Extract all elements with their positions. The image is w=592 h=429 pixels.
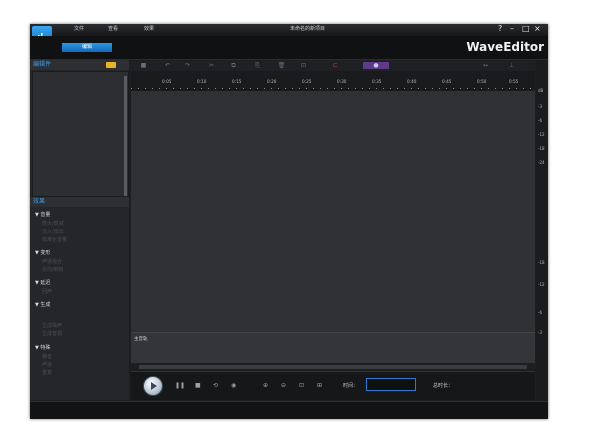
effects-item[interactable]: 静音 xyxy=(42,353,52,360)
time-ruler: 0:05 0:10 0:15 0:20 0:25 0:30 0:35 0:40 … xyxy=(131,71,535,91)
paste-icon[interactable]: ⎘ xyxy=(253,62,262,69)
meter-label: dB xyxy=(538,88,544,93)
ruler-ticks xyxy=(131,88,535,89)
tab-edit[interactable]: 编辑 xyxy=(62,43,112,52)
copy-icon[interactable]: ⧉ xyxy=(229,62,238,69)
ruler-tick: 0:30 xyxy=(337,79,347,84)
stop-icon[interactable]: ■ xyxy=(139,62,148,69)
edit-toolbar: ■ ↶ ↷ ✂ ⧉ ⎘ 🗑 ⊡ ⊏ ● ↔ ⊥ xyxy=(131,60,535,71)
waveform-canvas[interactable] xyxy=(131,91,535,331)
play-button[interactable] xyxy=(143,376,163,396)
file-list[interactable] xyxy=(32,71,129,197)
loop-icon[interactable]: ⟲ xyxy=(213,382,218,389)
open-folder-icon[interactable] xyxy=(106,62,116,68)
meter-label: -3 xyxy=(538,330,542,335)
file-list-scrollbar[interactable] xyxy=(124,76,127,196)
effects-item[interactable]: 生成音调 xyxy=(42,330,62,337)
zoom-out-icon[interactable]: ⊖ xyxy=(281,382,286,389)
meter-label: -6 xyxy=(538,118,542,123)
ribbon: 编辑 WaveEditor xyxy=(30,36,548,60)
effects-category-volume[interactable]: ▼ 音量 xyxy=(35,211,50,218)
effects-category-special[interactable]: ▼ 特殊 xyxy=(35,344,50,351)
time-label: 时间： xyxy=(343,383,359,389)
meter-label: -12 xyxy=(538,282,545,287)
status-bar xyxy=(30,401,548,419)
effects-item[interactable]: 生成噪声 xyxy=(42,322,62,329)
level-meter: dB -3 -6 -12 -18 -24 -18 -12 -6 -3 xyxy=(536,60,548,400)
stop-button-icon[interactable]: ■ xyxy=(195,382,201,389)
title-bar: 文件 查看 效果 未命名的新项目 ? – □ × xyxy=(30,24,548,36)
transport-bar: ❚❚ ■ ⟲ ◉ ⊕ ⊖ ⊡ ⊞ 时间： 总时长： xyxy=(131,372,535,400)
record-marker-icon[interactable]: ⊏ xyxy=(331,62,340,69)
effects-item[interactable]: 重复 xyxy=(42,369,52,376)
cut-icon[interactable]: ✂ xyxy=(207,62,216,69)
ruler-tick: 0:15 xyxy=(232,79,242,84)
help-icon[interactable]: ? xyxy=(498,24,502,33)
total-duration-label: 总时长： xyxy=(433,383,454,389)
ruler-tick: 0:20 xyxy=(267,79,277,84)
close-icon[interactable]: × xyxy=(534,24,541,33)
menu-effects[interactable]: 效果 xyxy=(144,25,154,32)
undo-icon[interactable]: ↶ xyxy=(163,62,172,69)
meter-label: -18 xyxy=(538,146,545,151)
effects-header: 效果 xyxy=(30,197,129,207)
effects-category-generate[interactable]: ▼ 生成 xyxy=(35,301,50,308)
window-title: 未命名的新项目 xyxy=(290,26,326,32)
redo-icon[interactable]: ↷ xyxy=(183,62,192,69)
menu-view[interactable]: 查看 xyxy=(108,25,118,32)
effects-category-delay[interactable]: ▼ 延迟 xyxy=(35,279,50,286)
ruler-tick: 0:35 xyxy=(372,79,382,84)
master-track[interactable]: 主音轨 xyxy=(131,332,535,363)
menu-file[interactable]: 文件 xyxy=(74,25,84,32)
zoom-fit-icon[interactable]: ↔ xyxy=(481,62,490,69)
meter-label: -24 xyxy=(538,160,545,165)
master-track-label: 主音轨 xyxy=(134,337,148,342)
meter-label: -3 xyxy=(538,104,542,109)
zoom-in-icon[interactable]: ⊕ xyxy=(263,382,268,389)
ruler-tick: 0:50 xyxy=(477,79,487,84)
effects-item[interactable]: 回声 xyxy=(42,288,52,295)
time-field[interactable] xyxy=(366,378,416,391)
meter-label: -12 xyxy=(538,132,545,137)
ruler-tick: 0:40 xyxy=(407,79,417,84)
zoom-all-icon[interactable]: ⊞ xyxy=(317,382,322,389)
brand-wordmark: WaveEditor xyxy=(466,40,544,54)
meter-label: -18 xyxy=(538,260,545,265)
horizontal-scrollbar[interactable] xyxy=(131,363,535,371)
zoom-selection-icon[interactable]: ⊡ xyxy=(299,382,304,389)
editor-area: ■ ↶ ↷ ✂ ⧉ ⎘ 🗑 ⊡ ⊏ ● ↔ ⊥ 0:05 0:10 0:15 0… xyxy=(131,60,535,400)
trim-icon[interactable]: ⊡ xyxy=(299,62,308,69)
split-icon[interactable]: ⊥ xyxy=(507,62,516,69)
app-window: 文件 查看 效果 未命名的新项目 ? – □ × 编辑 WaveEditor 编… xyxy=(30,24,548,419)
effects-item[interactable]: 声道混合 xyxy=(42,258,62,265)
ruler-tick: 0:45 xyxy=(442,79,452,84)
left-panel: 编辑件 效果 ▼ 音量 放大/衰减 淡入/淡出 标准化音量 ▼ 变形 声道混合 … xyxy=(30,60,129,400)
record-icon[interactable]: ◉ xyxy=(231,382,236,389)
effects-item[interactable]: 反向/倒转 xyxy=(42,266,64,273)
effects-item[interactable]: 淡入/淡出 xyxy=(42,228,64,235)
maximize-icon[interactable]: □ xyxy=(522,24,530,33)
microphone-icon[interactable]: ● xyxy=(363,62,389,69)
scrollbar-thumb[interactable] xyxy=(139,365,527,369)
effects-category-transform[interactable]: ▼ 变形 xyxy=(35,249,50,256)
ruler-tick: 0:05 xyxy=(162,79,172,84)
effects-item[interactable]: 标准化音量 xyxy=(42,236,67,243)
effects-item[interactable]: 放大/衰减 xyxy=(42,220,64,227)
minimize-icon[interactable]: – xyxy=(510,24,514,33)
ruler-tick: 0:10 xyxy=(197,79,207,84)
meter-label: -6 xyxy=(538,310,542,315)
ruler-tick: 0:25 xyxy=(302,79,312,84)
delete-icon[interactable]: 🗑 xyxy=(277,62,286,69)
effects-item[interactable]: 声道 xyxy=(42,361,52,368)
ruler-tick: 0:55 xyxy=(509,79,519,84)
pause-icon[interactable]: ❚❚ xyxy=(175,382,185,389)
